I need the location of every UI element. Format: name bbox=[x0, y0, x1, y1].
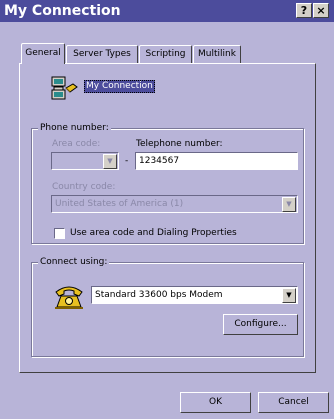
tab-general-label: General bbox=[25, 48, 61, 58]
tab-scripting[interactable]: Scripting bbox=[139, 45, 192, 63]
help-button[interactable]: ? bbox=[296, 3, 312, 18]
tab-multilink-label: Multilink bbox=[198, 49, 236, 59]
tab-general[interactable]: General bbox=[21, 43, 65, 64]
tab-scripting-label: Scripting bbox=[145, 49, 186, 59]
ok-button[interactable]: OK bbox=[180, 392, 251, 413]
close-button[interactable]: × bbox=[313, 3, 329, 18]
title-bar[interactable]: My Connection ? × bbox=[0, 0, 334, 22]
tab-server-types[interactable]: Server Types bbox=[66, 45, 138, 63]
cancel-button[interactable]: Cancel bbox=[258, 392, 329, 413]
tab-server-types-label: Server Types bbox=[73, 49, 131, 59]
window-title: My Connection bbox=[4, 3, 121, 19]
tab-multilink[interactable]: Multilink bbox=[193, 45, 241, 63]
general-tab-panel bbox=[19, 63, 316, 373]
dialog-window: My Connection ? × General Server Types S… bbox=[0, 0, 334, 419]
